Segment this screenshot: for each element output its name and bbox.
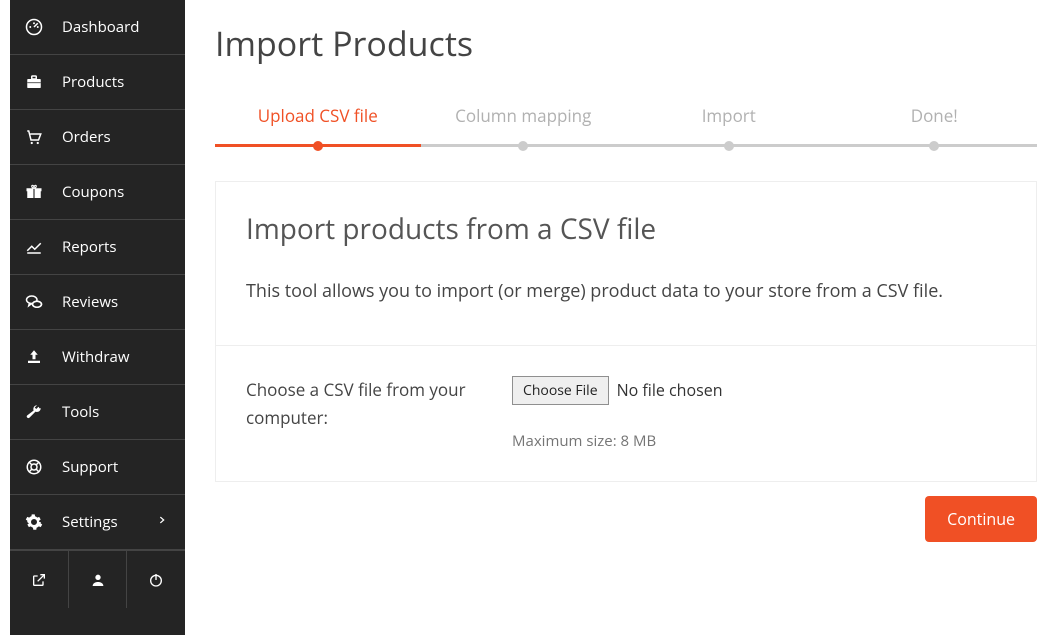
sidebar-item-label: Orders xyxy=(62,127,111,147)
file-field: Choose File No file chosen Maximum size:… xyxy=(512,376,1006,451)
file-status: No file chosen xyxy=(617,379,723,401)
page-title: Import Products xyxy=(215,20,1037,66)
sidebar-item-label: Reports xyxy=(62,237,117,257)
step-dot xyxy=(313,141,323,151)
import-stepper: Upload CSV file Column mapping Import Do… xyxy=(215,104,1037,151)
sidebar-bottom xyxy=(10,550,185,608)
external-link-icon xyxy=(31,572,47,588)
continue-row: Continue xyxy=(215,482,1037,542)
sidebar-item-dashboard[interactable]: Dashboard xyxy=(10,0,185,55)
sidebar-item-orders[interactable]: Orders xyxy=(10,110,185,165)
card-body: Import products from a CSV file This too… xyxy=(216,182,1036,346)
sidebar-item-reviews[interactable]: Reviews xyxy=(10,275,185,330)
user-icon xyxy=(90,572,106,588)
sidebar-item-label: Dashboard xyxy=(62,17,139,37)
step-dot xyxy=(518,141,528,151)
profile-button[interactable] xyxy=(69,551,128,608)
main-content: Import Products Upload CSV file Column m… xyxy=(185,0,1055,635)
upload-icon xyxy=(24,347,44,367)
file-input-row: Choose File No file chosen xyxy=(512,376,1006,405)
chart-icon xyxy=(24,237,44,257)
external-link-button[interactable] xyxy=(10,551,69,608)
power-icon xyxy=(148,572,164,588)
dashboard-icon xyxy=(24,17,44,37)
step-import[interactable]: Import xyxy=(626,104,832,151)
continue-button[interactable]: Continue xyxy=(925,496,1037,542)
choose-file-button[interactable]: Choose File xyxy=(512,376,609,405)
step-mapping[interactable]: Column mapping xyxy=(421,104,627,151)
sidebar-item-label: Products xyxy=(62,72,124,92)
sidebar-item-withdraw[interactable]: Withdraw xyxy=(10,330,185,385)
sidebar-item-label: Reviews xyxy=(62,292,118,312)
sidebar-item-label: Coupons xyxy=(62,182,124,202)
max-size-text: Maximum size: 8 MB xyxy=(512,431,1006,451)
wrench-icon xyxy=(24,402,44,422)
sidebar-item-coupons[interactable]: Coupons xyxy=(10,165,185,220)
gift-icon xyxy=(24,182,44,202)
file-form-row: Choose a CSV file from your computer: Ch… xyxy=(216,346,1036,481)
sidebar-item-label: Withdraw xyxy=(62,347,129,367)
card-title: Import products from a CSV file xyxy=(246,210,1006,248)
step-label: Done! xyxy=(911,104,958,127)
step-label: Upload CSV file xyxy=(258,104,378,127)
sidebar-item-products[interactable]: Products xyxy=(10,55,185,110)
sidebar-item-support[interactable]: Support xyxy=(10,440,185,495)
step-label: Import xyxy=(702,104,756,127)
comments-icon xyxy=(24,292,44,312)
logout-button[interactable] xyxy=(127,551,185,608)
sidebar: Dashboard Products Orders Coupons Report… xyxy=(0,0,185,635)
step-label: Column mapping xyxy=(455,104,591,127)
sidebar-item-tools[interactable]: Tools xyxy=(10,385,185,440)
choose-file-label: Choose a CSV file from your computer: xyxy=(246,376,512,451)
card-description: This tool allows you to import (or merge… xyxy=(246,276,1006,307)
step-done[interactable]: Done! xyxy=(832,104,1038,151)
chevron-right-icon xyxy=(157,515,171,529)
sidebar-item-settings[interactable]: Settings xyxy=(10,495,185,550)
step-dot xyxy=(929,141,939,151)
sidebar-item-label: Settings xyxy=(62,512,118,532)
gear-icon xyxy=(24,512,44,532)
sidebar-item-label: Support xyxy=(62,457,118,477)
sidebar-item-label: Tools xyxy=(62,402,99,422)
sidebar-item-reports[interactable]: Reports xyxy=(10,220,185,275)
cart-icon xyxy=(24,127,44,147)
import-card: Import products from a CSV file This too… xyxy=(215,181,1037,482)
life-ring-icon xyxy=(24,457,44,477)
step-dot xyxy=(724,141,734,151)
briefcase-icon xyxy=(24,72,44,92)
step-upload[interactable]: Upload CSV file xyxy=(215,104,421,151)
